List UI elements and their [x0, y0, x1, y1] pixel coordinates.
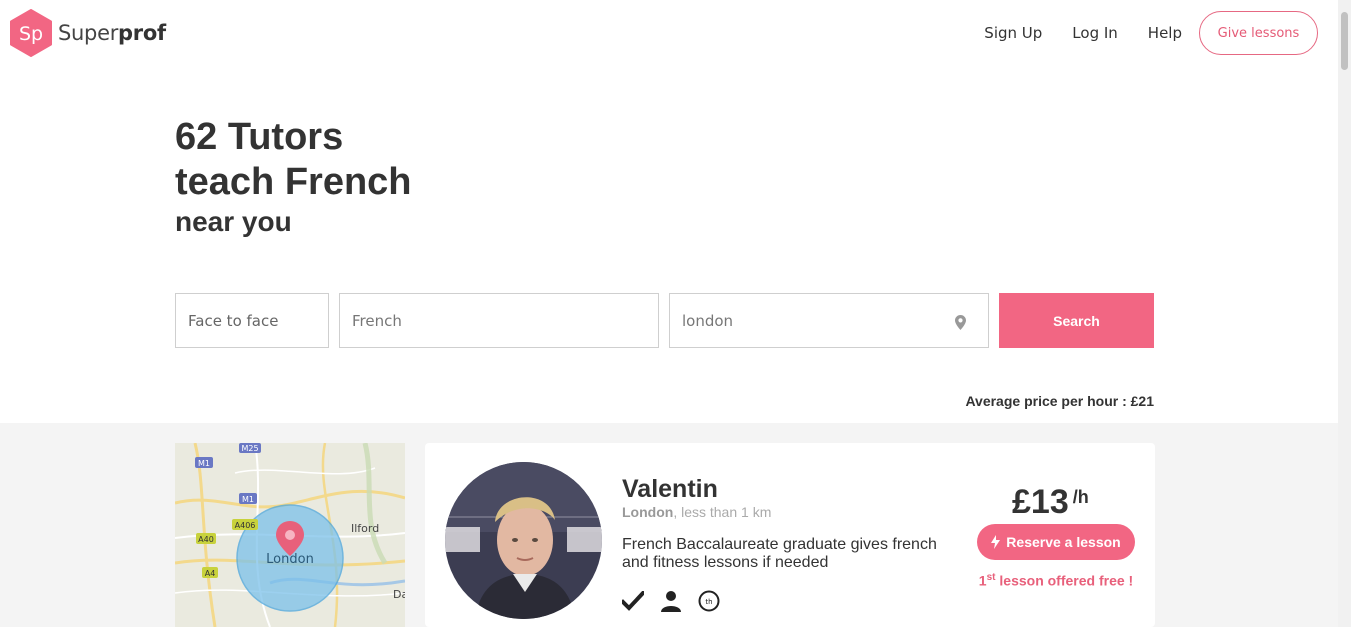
svg-text:M1: M1 [198, 459, 210, 468]
tutor-badges: th [622, 590, 736, 612]
reserve-lesson-button[interactable]: Reserve a lesson [977, 524, 1135, 560]
checkmark-icon [622, 591, 644, 611]
person-icon [660, 590, 682, 612]
superprof-logo[interactable]: Sp Superprof [9, 9, 166, 57]
map-pin-icon [955, 315, 966, 334]
top-nav: Sign Up Log In Help Give lessons [984, 11, 1318, 55]
tutor-price: £13/h [1012, 483, 1089, 521]
svg-text:Ilford: Ilford [351, 522, 379, 535]
title-line-count: 62 Tutors [175, 116, 344, 158]
svg-text:A4: A4 [205, 569, 216, 578]
page-title: 62 Tutors teach French near you [175, 115, 412, 239]
svg-text:th: th [705, 598, 712, 606]
svg-text:Da: Da [393, 588, 405, 601]
login-link[interactable]: Log In [1072, 24, 1118, 42]
site-header: Sp Superprof Sign Up Log In Help Give le… [0, 0, 1338, 70]
lesson-mode-select[interactable]: Face to face [175, 293, 329, 348]
signup-link[interactable]: Sign Up [984, 24, 1042, 42]
tutor-location: London, less than 1 km [622, 504, 772, 520]
svg-text:M25: M25 [241, 444, 258, 453]
logo-hexagon-icon: Sp [9, 9, 53, 57]
give-lessons-button[interactable]: Give lessons [1199, 11, 1318, 55]
svg-text:A406: A406 [235, 521, 256, 530]
logo-wordmark: Superprof [58, 21, 166, 45]
page-scrollbar[interactable] [1338, 0, 1351, 627]
help-link[interactable]: Help [1148, 24, 1182, 42]
title-line-near: near you [175, 206, 292, 237]
svg-text:Sp: Sp [19, 23, 43, 45]
first-lesson-free: 1st lesson offered free ! [978, 572, 1134, 589]
location-input[interactable]: london [669, 293, 989, 348]
tutor-card[interactable]: Valentin London, less than 1 km French B… [425, 443, 1155, 627]
svg-text:M1: M1 [242, 495, 254, 504]
average-price: Average price per hour : £21 [965, 393, 1154, 409]
svg-text:A40: A40 [198, 535, 214, 544]
location-map[interactable]: M1 M25 M1 A406 A40 A4 Ilford Da London [175, 443, 405, 627]
location-value: london [682, 311, 734, 330]
tutor-avatar[interactable] [445, 462, 602, 619]
title-line-subject: teach French [175, 161, 412, 203]
ambassador-badge-icon: th [698, 590, 720, 612]
lightning-icon [991, 535, 1001, 549]
tutor-description[interactable]: French Baccalaureate graduate gives fren… [622, 536, 952, 572]
scrollbar-thumb[interactable] [1341, 12, 1348, 70]
tutor-name[interactable]: Valentin [622, 475, 718, 504]
subject-input[interactable]: French [339, 293, 659, 348]
search-button[interactable]: Search [999, 293, 1154, 348]
